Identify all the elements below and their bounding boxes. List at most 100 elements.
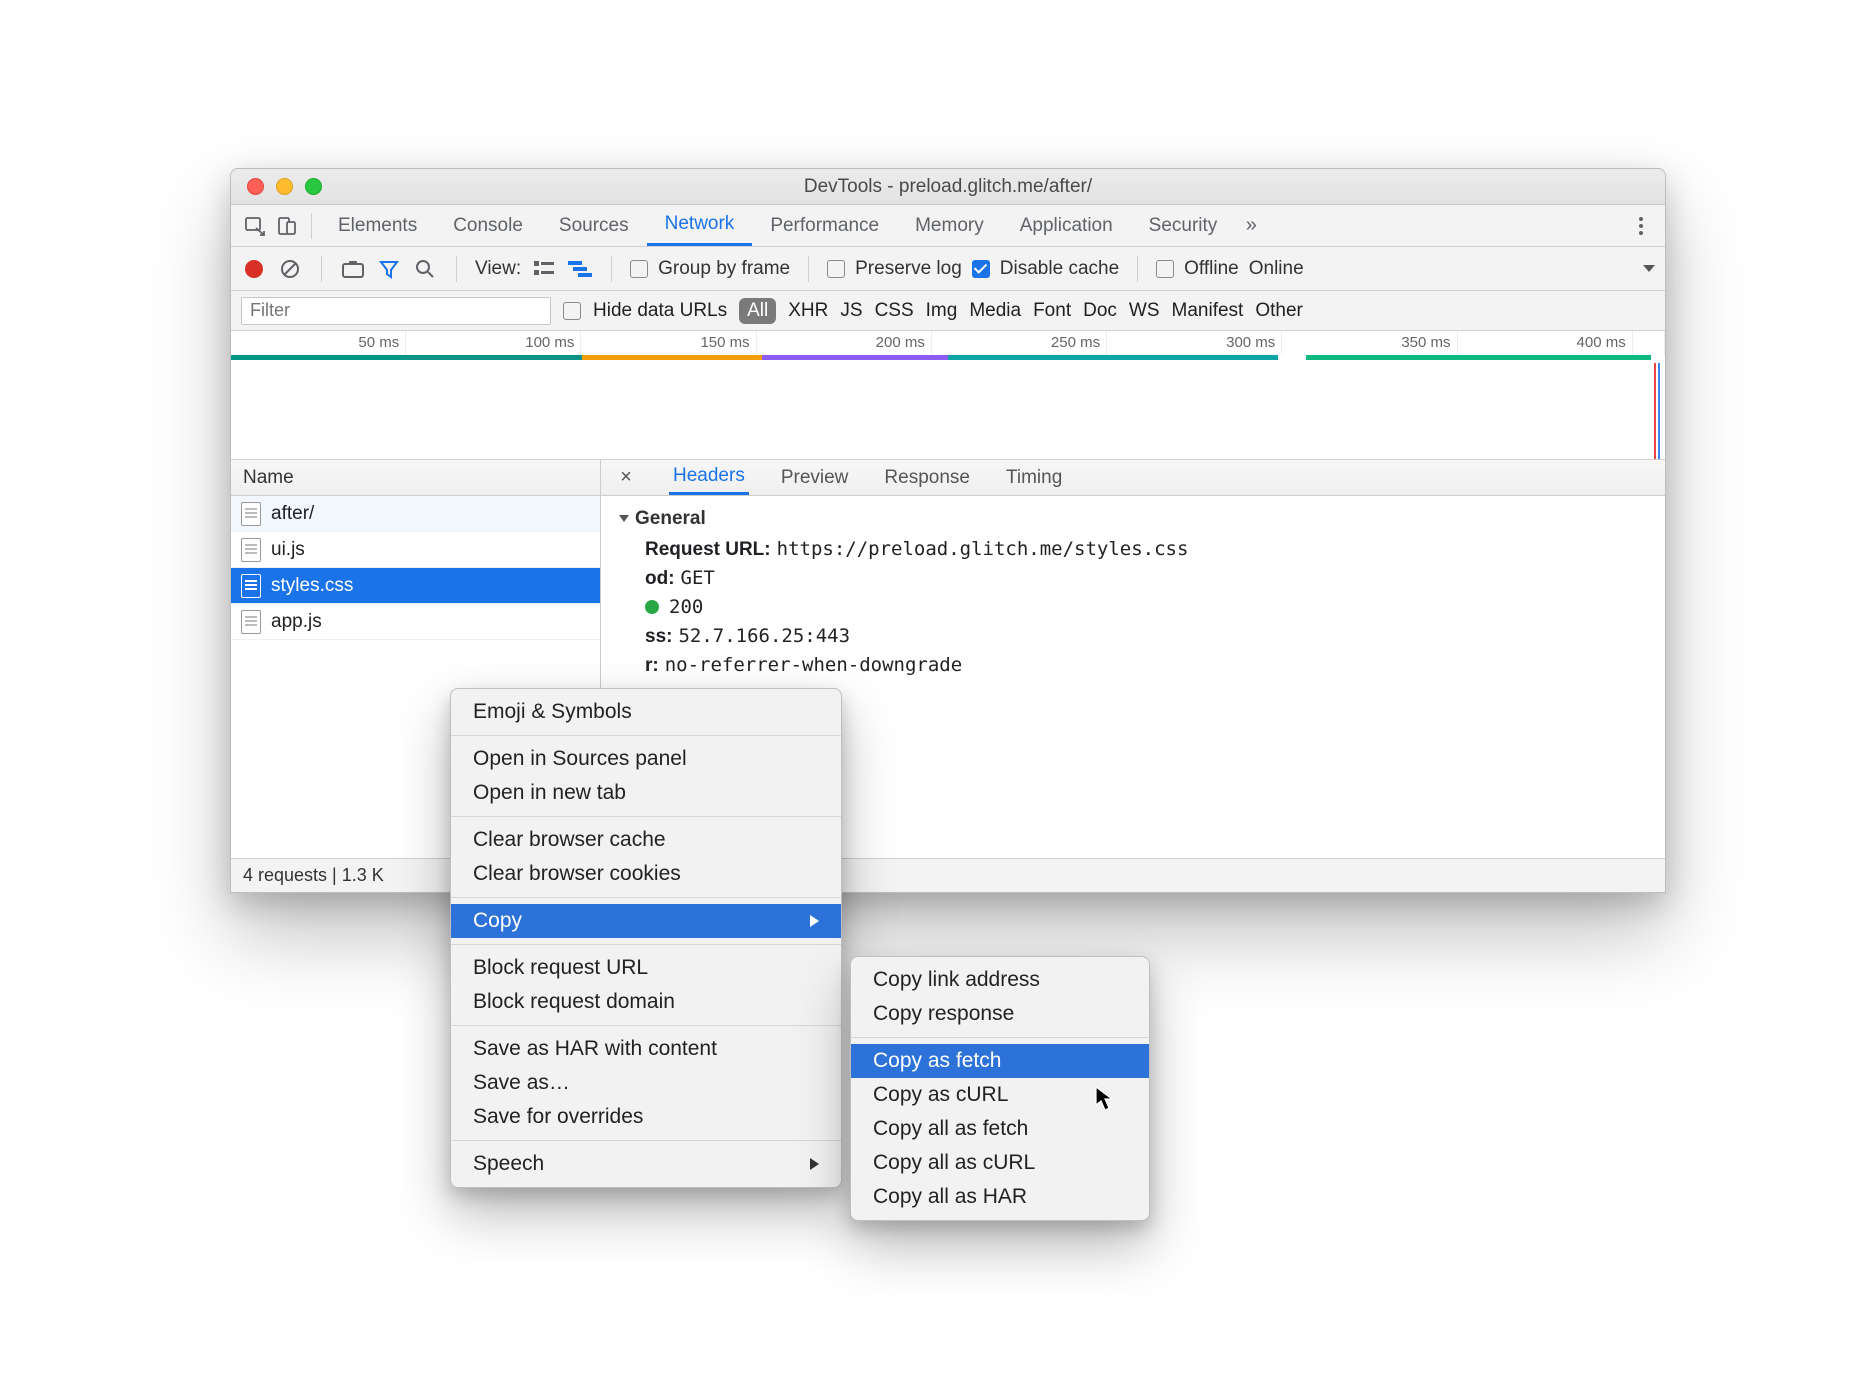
settings-menu-icon[interactable] — [1625, 217, 1657, 235]
referrer-policy-label: r: — [645, 655, 659, 676]
filter-type-js[interactable]: JS — [840, 300, 862, 322]
document-icon — [241, 574, 261, 598]
menu-item-block-url[interactable]: Block request URL — [451, 951, 841, 985]
submenu-copy-response[interactable]: Copy response — [851, 997, 1149, 1031]
toolbar-dropdown-icon[interactable] — [1643, 265, 1655, 272]
network-toolbar: View: Group by frame Preserve log Disabl… — [231, 247, 1665, 291]
detail-tab-timing[interactable]: Timing — [1002, 460, 1066, 495]
menu-item-emoji-symbols[interactable]: Emoji & Symbols — [451, 695, 841, 729]
disclosure-triangle-icon[interactable] — [619, 515, 629, 522]
devtools-window: DevTools - preload.glitch.me/after/ Elem… — [230, 168, 1666, 893]
menu-item-copy[interactable]: Copy — [451, 904, 841, 938]
submenu-arrow-icon — [810, 1158, 819, 1170]
search-icon[interactable] — [412, 256, 438, 282]
separator — [311, 213, 312, 239]
filter-type-manifest[interactable]: Manifest — [1172, 300, 1244, 322]
filter-icon[interactable] — [376, 256, 402, 282]
hide-data-urls-checkbox[interactable] — [563, 302, 581, 320]
menu-item-open-new-tab[interactable]: Open in new tab — [451, 776, 841, 810]
request-name: app.js — [271, 611, 322, 633]
waterfall-overview-icon[interactable] — [567, 256, 593, 282]
request-row[interactable]: after/ — [231, 496, 600, 532]
document-icon — [241, 502, 261, 526]
tab-elements[interactable]: Elements — [320, 205, 435, 246]
detail-tab-headers[interactable]: Headers — [669, 460, 749, 495]
menu-item-save-overrides[interactable]: Save for overrides — [451, 1100, 841, 1134]
offline-checkbox[interactable] — [1156, 260, 1174, 278]
separator — [321, 256, 322, 282]
menu-item-clear-cache[interactable]: Clear browser cache — [451, 823, 841, 857]
filter-type-all[interactable]: All — [739, 298, 776, 324]
group-by-frame-checkbox[interactable] — [630, 260, 648, 278]
hide-data-urls-label: Hide data URLs — [593, 300, 727, 322]
timeline-bars — [231, 355, 1665, 363]
tab-performance[interactable]: Performance — [752, 205, 897, 246]
filter-type-doc[interactable]: Doc — [1083, 300, 1117, 322]
separator — [456, 256, 457, 282]
request-url-value: https://preload.glitch.me/styles.css — [777, 538, 1189, 560]
submenu-copy-link-address[interactable]: Copy link address — [851, 963, 1149, 997]
detail-tab-preview[interactable]: Preview — [777, 460, 853, 495]
zoom-window-button[interactable] — [305, 178, 322, 195]
large-rows-icon[interactable] — [531, 256, 557, 282]
timeline-overview[interactable]: 50 ms 100 ms 150 ms 200 ms 250 ms 300 ms… — [231, 331, 1665, 460]
request-row[interactable]: app.js — [231, 604, 600, 640]
submenu-copy-as-fetch[interactable]: Copy as fetch — [851, 1044, 1149, 1078]
request-row[interactable]: ui.js — [231, 532, 600, 568]
clear-icon[interactable] — [277, 256, 303, 282]
menu-item-clear-cookies[interactable]: Clear browser cookies — [451, 857, 841, 891]
menu-item-save-as[interactable]: Save as… — [451, 1066, 841, 1100]
document-icon — [241, 610, 261, 634]
preserve-log-checkbox[interactable] — [827, 260, 845, 278]
tab-memory[interactable]: Memory — [897, 205, 1002, 246]
filter-input[interactable] — [241, 297, 551, 325]
filter-type-media[interactable]: Media — [969, 300, 1021, 322]
request-url-label: Request URL: — [645, 539, 771, 560]
menu-separator — [451, 735, 841, 736]
submenu-copy-all-as-fetch[interactable]: Copy all as fetch — [851, 1112, 1149, 1146]
filter-type-img[interactable]: Img — [926, 300, 958, 322]
overflow-tabs-icon[interactable]: » — [1235, 210, 1267, 242]
menu-item-save-har[interactable]: Save as HAR with content — [451, 1032, 841, 1066]
detail-tab-response[interactable]: Response — [880, 460, 974, 495]
status-summary: 4 requests | 1.3 K — [243, 865, 384, 886]
request-row[interactable]: styles.css — [231, 568, 600, 604]
submenu-copy-all-as-har[interactable]: Copy all as HAR — [851, 1180, 1149, 1214]
submenu-arrow-icon — [810, 915, 819, 927]
request-name: after/ — [271, 503, 314, 525]
filter-type-xhr[interactable]: XHR — [788, 300, 828, 322]
tab-network[interactable]: Network — [647, 205, 753, 246]
filter-type-other[interactable]: Other — [1255, 300, 1303, 322]
device-toolbar-icon[interactable] — [271, 210, 303, 242]
tick: 400 ms — [1458, 331, 1633, 355]
throttling-select[interactable]: Online — [1249, 258, 1304, 280]
menu-item-open-sources[interactable]: Open in Sources panel — [451, 742, 841, 776]
titlebar: DevTools - preload.glitch.me/after/ — [231, 169, 1665, 205]
tab-sources[interactable]: Sources — [541, 205, 647, 246]
window-title: DevTools - preload.glitch.me/after/ — [231, 176, 1665, 198]
tab-application[interactable]: Application — [1002, 205, 1131, 246]
disable-cache-checkbox[interactable] — [972, 260, 990, 278]
close-window-button[interactable] — [247, 178, 264, 195]
minimize-window-button[interactable] — [276, 178, 293, 195]
capture-screenshots-icon[interactable] — [340, 256, 366, 282]
menu-item-speech[interactable]: Speech — [451, 1147, 841, 1181]
filter-type-ws[interactable]: WS — [1129, 300, 1160, 322]
record-button[interactable] — [241, 256, 267, 282]
tab-security[interactable]: Security — [1131, 205, 1236, 246]
filter-type-font[interactable]: Font — [1033, 300, 1071, 322]
traffic-lights — [247, 178, 322, 195]
filter-bar: Hide data URLs All XHR JS CSS Img Media … — [231, 291, 1665, 331]
separator — [1137, 256, 1138, 282]
tab-console[interactable]: Console — [435, 205, 541, 246]
name-column-header[interactable]: Name — [231, 460, 601, 495]
inspect-element-icon[interactable] — [239, 210, 271, 242]
request-name: ui.js — [271, 539, 305, 561]
submenu-copy-all-as-curl[interactable]: Copy all as cURL — [851, 1146, 1149, 1180]
close-details-icon[interactable]: × — [611, 466, 641, 489]
menu-item-block-domain[interactable]: Block request domain — [451, 985, 841, 1019]
request-name: styles.css — [271, 575, 353, 597]
preserve-log-label: Preserve log — [855, 258, 962, 280]
filter-type-css[interactable]: CSS — [875, 300, 914, 322]
menu-separator — [451, 1140, 841, 1141]
